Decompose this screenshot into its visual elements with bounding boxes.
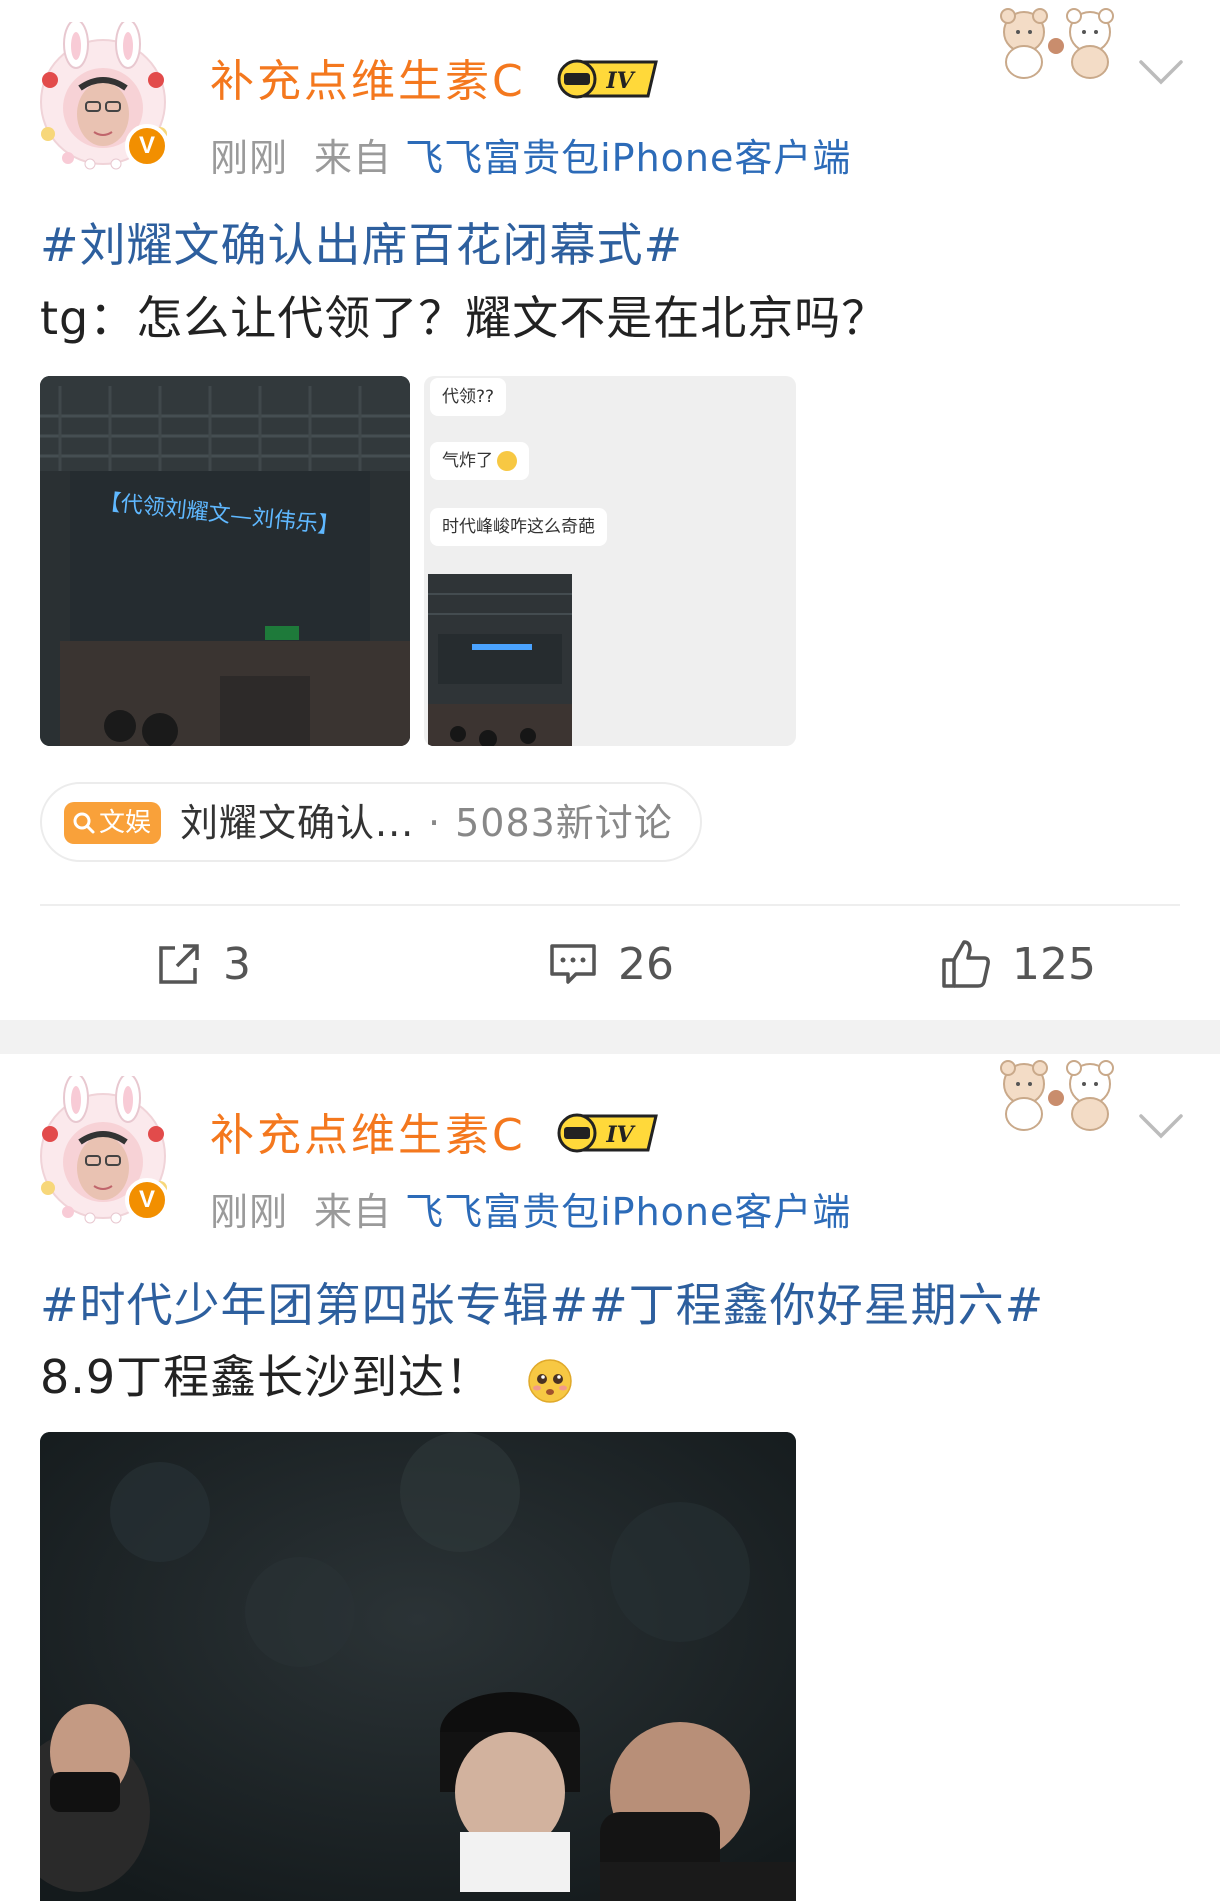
feed-separator bbox=[0, 1020, 1220, 1054]
topic-hashtag[interactable]: #时代少年团第四张专辑##丁程鑫你好星期六# bbox=[40, 1272, 1044, 1338]
pleading-face-emoji-icon bbox=[528, 1358, 572, 1403]
level-badge-icon: IV bbox=[557, 59, 658, 99]
username[interactable]: 补充点维生素C bbox=[210, 1106, 526, 1166]
chat-message: 时代峰峻咋这么奇葩 bbox=[430, 508, 607, 546]
repost-count: 3 bbox=[223, 938, 251, 990]
post-meta: 刚刚 来自 飞飞富贵包iPhone客户端 bbox=[210, 132, 851, 184]
search-icon bbox=[73, 812, 95, 834]
bear-sticker-icon bbox=[1000, 1060, 1114, 1131]
topic-chip-title: 刘耀文确认... bbox=[180, 801, 415, 845]
topic-hashtag[interactable]: #刘耀文确认出席百花闭幕式# bbox=[40, 212, 683, 278]
post-source[interactable]: 飞飞富贵包iPhone客户端 bbox=[405, 136, 851, 180]
post-image[interactable] bbox=[40, 1432, 796, 1901]
post-from-label: 来自 bbox=[314, 1190, 393, 1234]
repost-icon bbox=[159, 944, 199, 984]
post-content: 8.9丁程鑫长沙到达！ bbox=[40, 1350, 493, 1404]
verified-badge: V bbox=[125, 124, 169, 168]
post-time: 刚刚 bbox=[210, 136, 289, 180]
post-content-row: 8.9丁程鑫长沙到达！ bbox=[40, 1344, 574, 1410]
post-from-label: 来自 bbox=[314, 136, 393, 180]
feed-post[interactable]: V 补充点维生素C IV 刚刚 来自 飞飞富贵包iPhone客户端 #时代少年团第… bbox=[0, 1054, 1220, 1901]
topic-chip-count: · 5083新讨论 bbox=[428, 801, 673, 845]
level-text: IV bbox=[605, 1122, 635, 1148]
chat-message: 代领?? bbox=[430, 378, 507, 416]
like-count: 125 bbox=[1012, 938, 1096, 990]
chevron-down-icon[interactable] bbox=[1138, 1112, 1184, 1142]
bear-sticker-icon bbox=[1000, 8, 1114, 79]
avatar[interactable]: V bbox=[28, 22, 178, 172]
repost-button[interactable]: 3 bbox=[155, 932, 251, 996]
comment-count: 26 bbox=[618, 938, 674, 990]
post-image[interactable]: 代领?? 气炸了 时代峰峻咋这么奇葩 bbox=[424, 376, 796, 746]
category-tag: 文娱 bbox=[64, 802, 162, 844]
chevron-down-icon[interactable] bbox=[1138, 58, 1184, 88]
divider bbox=[40, 904, 1180, 906]
airport-photo bbox=[40, 1432, 796, 1901]
like-button[interactable]: 125 bbox=[940, 932, 1096, 996]
thumbs-up-icon bbox=[942, 940, 990, 988]
post-meta: 刚刚 来自 飞飞富贵包iPhone客户端 bbox=[210, 1186, 851, 1238]
avatar[interactable]: V bbox=[28, 1076, 178, 1226]
chat-image-thumbnail bbox=[428, 574, 572, 746]
comment-icon bbox=[550, 944, 596, 984]
comment-button[interactable]: 26 bbox=[548, 932, 674, 996]
post-source[interactable]: 飞飞富贵包iPhone客户端 bbox=[405, 1190, 851, 1234]
post-image[interactable]: 【代领刘耀文—刘伟乐】 bbox=[40, 376, 410, 746]
level-badge-icon: IV bbox=[557, 1113, 658, 1153]
topic-chip[interactable]: 文娱 刘耀文确认... · 5083新讨论 bbox=[40, 782, 702, 862]
level-text: IV bbox=[605, 68, 635, 94]
chat-message: 气炸了 bbox=[430, 442, 529, 480]
username[interactable]: 补充点维生素C bbox=[210, 52, 526, 112]
feed-post[interactable]: V 补充点维生素C IV 刚刚 来自 飞飞富贵包iPhone客户端 #刘耀文确认出… bbox=[0, 0, 1220, 1020]
stage-photo: 【代领刘耀文—刘伟乐】 bbox=[40, 376, 410, 746]
verified-badge: V bbox=[125, 1178, 169, 1222]
post-time: 刚刚 bbox=[210, 1190, 289, 1234]
post-content: tg：怎么让代领了？耀文不是在北京吗？ bbox=[40, 291, 889, 345]
